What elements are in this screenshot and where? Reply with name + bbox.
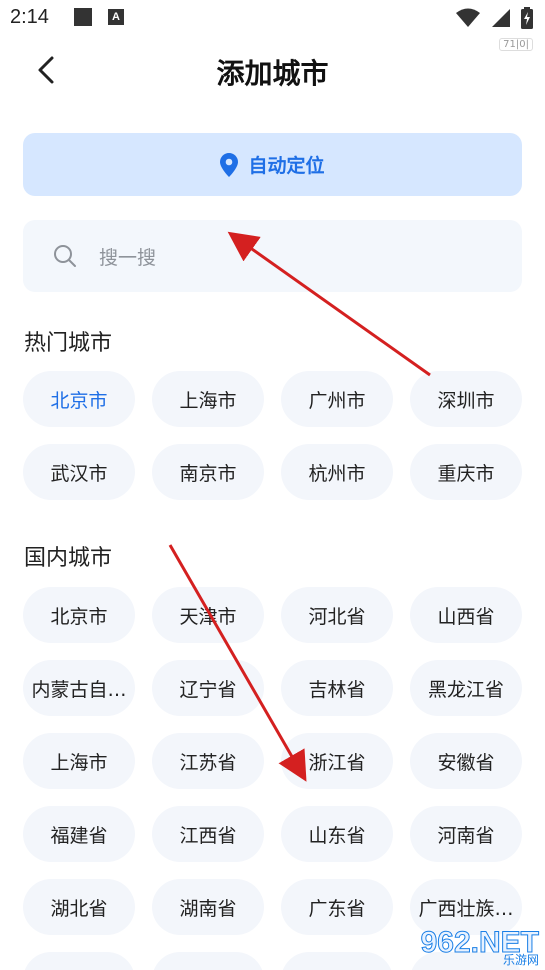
hot-city-chip[interactable]: 杭州市 [281,444,393,500]
province-chip[interactable]: 辽宁省 [152,660,264,716]
status-bar: 2:14 A 71|0| [0,0,545,51]
hot-city-chip[interactable]: 南京市 [152,444,264,500]
province-chip[interactable]: 广东省 [281,879,393,935]
province-chip[interactable]: 湖南省 [152,879,264,935]
province-chip[interactable]: 山西省 [410,587,522,643]
province-chip[interactable]: 福建省 [23,806,135,862]
province-chip-partial[interactable] [23,952,135,970]
status-time: 2:14 [10,6,49,28]
hot-city-chip[interactable]: 广州市 [281,371,393,427]
battery-icon [521,7,533,29]
province-chip[interactable]: 山东省 [281,806,393,862]
hot-city-chip[interactable]: 武汉市 [23,444,135,500]
province-chip[interactable]: 上海市 [23,733,135,789]
province-chip-partial[interactable] [281,952,393,970]
notification-square-icon [74,8,92,26]
auto-locate-button[interactable]: 自动定位 [23,133,522,196]
hot-city-chip[interactable]: 上海市 [152,371,264,427]
domestic-cities-title: 国内城市 [24,546,113,571]
watermark-logo: 962.NET 乐游网 [399,926,539,968]
hot-city-chip[interactable]: 重庆市 [410,444,522,500]
province-chip-partial[interactable] [152,952,264,970]
notification-a-icon: A [108,9,124,25]
hot-city-chip[interactable]: 深圳市 [410,371,522,427]
province-chip[interactable]: 黑龙江省 [410,660,522,716]
province-chip[interactable]: 天津市 [152,587,264,643]
page-title: 添加城市 [216,57,329,90]
province-chip[interactable]: 河南省 [410,806,522,862]
province-chip[interactable]: 吉林省 [281,660,393,716]
province-chip[interactable]: 北京市 [23,587,135,643]
signal-icon [492,9,510,27]
province-chip[interactable]: 浙江省 [281,733,393,789]
status-right-icons [455,7,533,29]
province-chip[interactable]: 江苏省 [152,733,264,789]
hot-cities-title: 热门城市 [24,331,113,356]
province-chip[interactable]: 安徽省 [410,733,522,789]
header: 添加城市 [0,40,545,100]
domestic-cities-grid: 北京市 天津市 河北省 山西省 内蒙古自… 辽宁省 吉林省 黑龙江省 上海市 江… [23,587,522,970]
hot-cities-grid: 北京市 上海市 广州市 深圳市 武汉市 南京市 杭州市 重庆市 [23,371,522,500]
search-icon [54,245,76,267]
wifi-icon [456,8,480,27]
search-input[interactable]: 搜一搜 [23,220,522,292]
province-chip[interactable]: 河北省 [281,587,393,643]
province-chip[interactable]: 湖北省 [23,879,135,935]
watermark-sub: 乐游网 [502,953,539,967]
auto-locate-label: 自动定位 [248,155,325,177]
location-pin-icon [220,152,239,177]
province-chip[interactable]: 江西省 [152,806,264,862]
search-placeholder: 搜一搜 [99,246,157,269]
province-chip[interactable]: 内蒙古自… [23,660,135,716]
hot-city-chip[interactable]: 北京市 [23,371,135,427]
